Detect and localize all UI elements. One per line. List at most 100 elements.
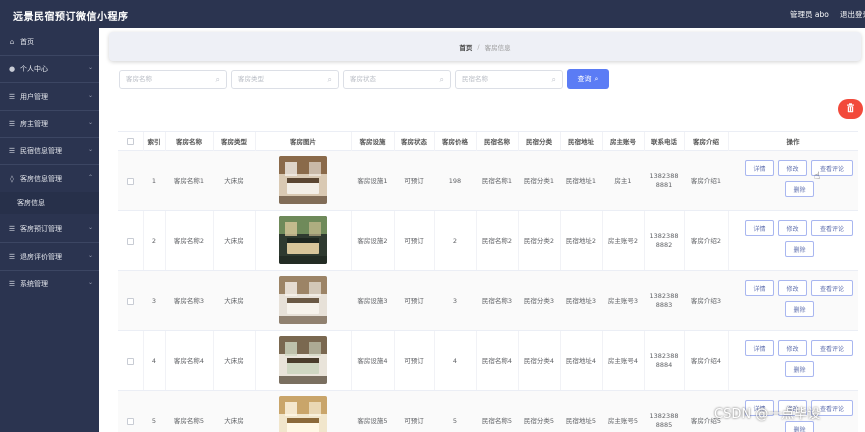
room-name-placeholder: 客房名称 [126,75,152,83]
delete-row-button[interactable]: 删除 [785,241,814,257]
edit-button[interactable]: 修改 [778,160,807,176]
top-bar: 远景民宿预订微信小程序 管理员 abo 退出登录 [0,0,865,28]
phone-part2: 8881 [655,181,673,189]
view-comments-button[interactable]: 查看评论 [811,340,853,356]
phone-part2: 8885 [655,421,673,429]
chevron-down-icon: ⌄ [87,224,93,231]
sidebar-item[interactable]: ☰ 用户管理 ⌄ [0,83,99,110]
sidebar-item[interactable]: ◊ 客房信息管理 ⌃ [0,165,99,192]
room-status-placeholder: 客房状态 [350,75,376,83]
cell-index: 4 [151,356,157,365]
cell-price: 5 [452,416,458,425]
column-header: 操作 [728,132,858,151]
sidebar-item[interactable]: ● 个人中心 ⌄ [0,55,99,82]
delete-row-button[interactable]: 删除 [785,181,814,197]
sidebar-item[interactable]: ☰ 民宿信息管理 ⌄ [0,137,99,164]
delete-row-button[interactable]: 删除 [785,421,814,432]
select-all-checkbox[interactable] [127,137,134,145]
phone-part1: 1382388 [649,172,679,180]
sidebar-item[interactable]: ☰ 系统管理 ⌄ [0,270,99,297]
phone-cell: 1382388 8883 [644,271,684,331]
sidebar-item-label: 房主管理 [20,119,48,128]
table-row: 2 客房名称2 大床房 客房设施2 可预订 2 民宿名称2 民宿分类2 民宿地址2 房主账号2 13… [118,211,858,271]
room-table: 索引 客房名称 客房类型 客房图片 客房设施 客房状态 客房价格 民宿名称 民宿分类 民宿地址 房主… [118,131,858,432]
row-checkbox[interactable] [127,417,134,425]
table-row: 3 客房名称3 大床房 客房设施3 可预订 3 民宿名称3 民宿分类3 民宿地址3 房主账号3 13… [118,271,858,331]
cell-facilities: 客房设施5 [357,416,388,425]
room-status-input[interactable]: 客房状态 ⌕ [343,70,451,89]
cell-homestay: 民宿名称4 [481,356,513,365]
breadcrumb-home[interactable]: 首页 [459,42,472,52]
room-photo [279,276,327,324]
detail-button[interactable]: 详情 [745,160,774,176]
cell-homestay: 民宿名称2 [481,236,513,245]
sidebar-item-label: 民宿信息管理 [20,146,62,155]
edit-button[interactable]: 修改 [778,280,807,296]
pin-icon: ◊ [10,174,14,183]
main-content: 首页 / 客房信息 客房名称 ⌕ 客房类型 ⌕ 客房状态 ⌕ 民宿名称 ⌕ 查询… [99,28,865,432]
cell-type: 大床房 [224,416,244,425]
cell-owner: 房主1 [614,176,632,185]
batch-delete-button[interactable] [838,99,863,119]
chevron-down-icon: ⌄ [87,92,93,99]
detail-button[interactable]: 详情 [745,220,774,236]
sidebar-item[interactable]: ☰ 客房预订管理 ⌄ [0,215,99,242]
sidebar-item-label: 用户管理 [20,92,48,101]
sidebar-item[interactable]: ⌂ 首页 [0,28,99,55]
header-select-all [118,132,143,151]
detail-button[interactable]: 详情 [745,340,774,356]
column-header: 民宿地址 [560,132,602,151]
phone-part1: 1382388 [649,232,679,240]
room-photo [279,396,327,432]
cell-facilities: 客房设施4 [357,356,388,365]
row-checkbox[interactable] [127,177,134,185]
phone-cell: 1382388 8882 [644,211,684,271]
chevron-down-icon: ⌄ [87,119,93,126]
cell-intro: 客房介绍2 [690,236,722,245]
cell-owner: 房主账号4 [607,356,639,365]
cell-category: 民宿分类1 [523,176,555,185]
delete-row-button[interactable]: 删除 [785,361,814,377]
cell-category: 民宿分类4 [523,356,555,365]
phone-cell: 1382388 8881 [644,151,684,211]
sidebar-subitem-room-info[interactable]: 客房信息 [0,192,99,214]
phone-part2: 8883 [655,301,673,309]
search-button[interactable]: 查询 ⌕ [567,69,609,89]
row-select-cell [118,211,143,271]
row-checkbox[interactable] [127,357,134,365]
app-title: 远景民宿预订微信小程序 [13,12,129,23]
room-type-input[interactable]: 客房类型 ⌕ [231,70,339,89]
cell-price: 4 [452,356,458,365]
edit-button[interactable]: 修改 [778,340,807,356]
homestay-name-input[interactable]: 民宿名称 ⌕ [455,70,563,89]
search-icon: ⌕ [439,75,444,84]
homestay-name-placeholder: 民宿名称 [462,75,488,83]
cell-address: 民宿地址4 [565,356,597,365]
mouse-cursor-icon: ☝ [814,171,821,182]
view-comments-button[interactable]: 查看评论 [811,280,853,296]
column-header: 客房图片 [255,132,351,151]
search-icon: ⌕ [594,74,599,83]
row-checkbox[interactable] [127,237,134,245]
view-comments-button[interactable]: 查看评论 [811,220,853,236]
chevron-down-icon: ⌄ [87,64,93,71]
logout-link[interactable]: 退出登录 [840,9,865,20]
phone-part1: 1382388 [649,292,679,300]
delete-row-button[interactable]: 删除 [785,301,814,317]
sidebar-item[interactable]: ☰ 房主管理 ⌄ [0,110,99,137]
edit-button[interactable]: 修改 [778,220,807,236]
room-name-input[interactable]: 客房名称 ⌕ [119,70,227,89]
sidebar-item[interactable]: ☰ 退房评价管理 ⌄ [0,243,99,270]
cell-address: 民宿地址3 [565,296,597,305]
cell-type: 大床房 [224,236,244,245]
search-icon: ⌕ [551,75,556,84]
cell-intro: 客房介绍1 [690,176,722,185]
column-header: 客房介绍 [684,132,728,151]
row-checkbox[interactable] [127,297,134,305]
search-icon: ⌕ [327,75,332,84]
cell-name: 客房名称1 [173,176,205,185]
room-photo [279,216,327,264]
cell-homestay: 民宿名称5 [481,416,513,425]
cell-status: 可预订 [404,356,424,365]
detail-button[interactable]: 详情 [745,280,774,296]
